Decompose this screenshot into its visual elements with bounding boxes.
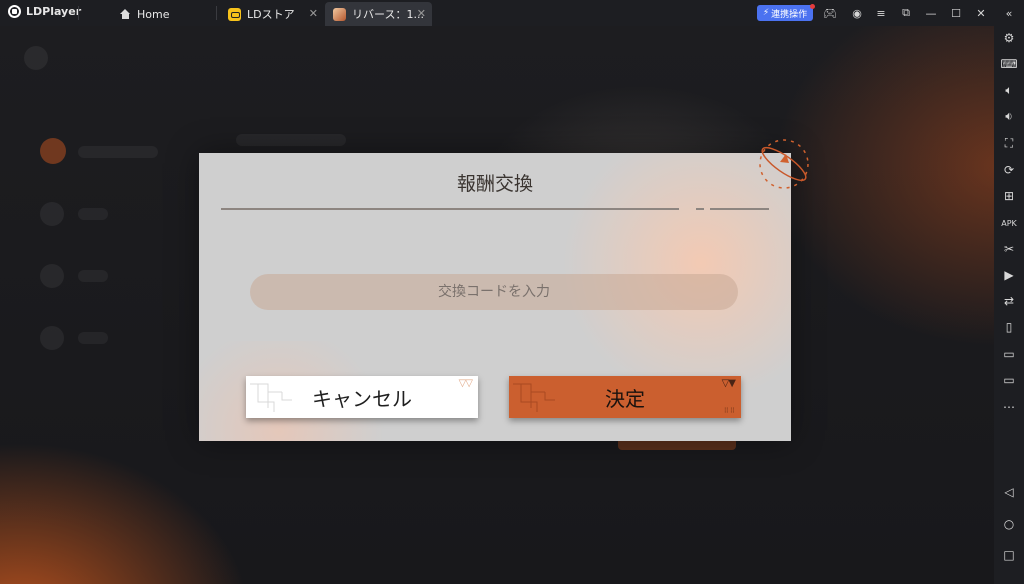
- volume-down-icon[interactable]: 🔉︎: [999, 106, 1019, 126]
- folder-icon[interactable]: ▭: [999, 344, 1019, 364]
- background-menu-bar: [78, 332, 108, 344]
- apk-icon[interactable]: APK: [999, 213, 1019, 233]
- background-header-bar: [236, 134, 346, 146]
- app-name: LDPlayer: [26, 5, 82, 18]
- circuit-decoration-icon: [250, 383, 292, 412]
- home-nav-icon[interactable]: ○: [999, 514, 1019, 534]
- app-brand: LDPlayer: [8, 5, 81, 18]
- background-menu-dot: [40, 202, 64, 226]
- emulator-toolbar: ⚙ ⌨ 🔈︎ 🔉︎ ⛶ ⟳ ⊞ APK ✂ ▶ ⇄ ▯ ▭ ▭ ⋯ ◁ ○ □: [994, 26, 1024, 584]
- collapse-icon[interactable]: «: [1001, 5, 1017, 21]
- popout-icon[interactable]: ⧉: [898, 5, 914, 21]
- corner-triangle-icon: ▽▽: [458, 378, 473, 389]
- dialog-title: 報酬交換: [456, 173, 533, 195]
- volume-up-icon[interactable]: 🔈︎: [999, 80, 1019, 100]
- add-app-icon[interactable]: ⊞: [999, 186, 1019, 206]
- notification-dot: [810, 4, 815, 9]
- background-menu-dot: [40, 326, 64, 350]
- divider: [78, 6, 79, 20]
- account-icon[interactable]: ◉: [849, 5, 865, 21]
- title-bar: LDPlayer Home LDストア ✕ リバース：1... ✕ ⚡ 連携操作…: [0, 0, 1024, 26]
- minimize-icon[interactable]: —: [923, 5, 939, 21]
- sync-icon[interactable]: ⟳: [999, 160, 1019, 180]
- maximize-icon[interactable]: ☐: [948, 5, 964, 21]
- recent-icon[interactable]: □: [999, 545, 1019, 565]
- display-icon[interactable]: ▭: [999, 370, 1019, 390]
- store-icon: [228, 7, 241, 21]
- scissors-icon[interactable]: ✂: [999, 239, 1019, 259]
- background-menu-bar: [78, 208, 108, 220]
- title-underline: [221, 208, 679, 210]
- back-icon[interactable]: ◁: [999, 482, 1019, 502]
- exchange-code-input[interactable]: [250, 274, 738, 310]
- shake-icon[interactable]: ▯: [999, 317, 1019, 337]
- background-menu-bar: [78, 146, 158, 158]
- background-back-button: [24, 46, 48, 70]
- tab-label: リバース：1...: [352, 8, 424, 21]
- tab-game[interactable]: リバース：1... ✕: [325, 2, 432, 26]
- operation-sync-label: 連携操作: [771, 9, 808, 20]
- circuit-decoration-icon: [513, 383, 555, 412]
- screenshot-icon[interactable]: ⛶: [999, 133, 1019, 153]
- home-icon: [120, 9, 131, 19]
- close-icon[interactable]: ✕: [973, 5, 989, 21]
- confirm-label: 決定: [605, 386, 645, 411]
- tab-label: Home: [137, 7, 170, 21]
- title-underline-short: [710, 208, 769, 210]
- bolt-icon: ⚡: [762, 8, 770, 18]
- ldplayer-logo-icon: [8, 5, 21, 18]
- background-menu-dot: [40, 138, 66, 164]
- menu-icon[interactable]: ≡: [873, 5, 889, 21]
- background-menu-dot: [40, 264, 64, 288]
- tab-close-icon[interactable]: ✕: [417, 7, 426, 20]
- corner-triangle-icon: ▽▼: [721, 378, 736, 389]
- tab-ldstore[interactable]: LDストア ✕: [220, 2, 324, 26]
- background-menu-bar: [78, 270, 108, 282]
- tab-close-icon[interactable]: ✕: [309, 7, 318, 20]
- operation-sync-button[interactable]: ⚡ 連携操作: [757, 5, 813, 21]
- record-icon[interactable]: ▶: [999, 265, 1019, 285]
- gamepad-icon[interactable]: 🎮︎: [822, 5, 838, 21]
- cancel-label: キャンセル: [312, 386, 412, 411]
- tab-home[interactable]: Home: [112, 2, 216, 26]
- dot-grid-icon: ⠿⠿: [723, 407, 736, 415]
- transfer-icon[interactable]: ⇄: [999, 291, 1019, 311]
- more-icon[interactable]: ⋯: [999, 397, 1019, 417]
- settings-icon[interactable]: ⚙: [999, 28, 1019, 48]
- confirm-button[interactable]: 決定 ▽▼ ⠿⠿: [509, 376, 741, 418]
- ornament-compass-icon: [759, 139, 809, 189]
- title-underline-dash: [696, 208, 704, 210]
- reward-exchange-dialog: 報酬交換 キャンセル ▽▽ 決定 ▽▼ ⠿⠿: [199, 153, 791, 441]
- keyboard-icon[interactable]: ⌨: [999, 54, 1019, 74]
- divider: [216, 6, 217, 20]
- cancel-button[interactable]: キャンセル ▽▽: [246, 376, 478, 418]
- tab-label: LDストア: [247, 8, 295, 21]
- game-icon: [333, 7, 346, 21]
